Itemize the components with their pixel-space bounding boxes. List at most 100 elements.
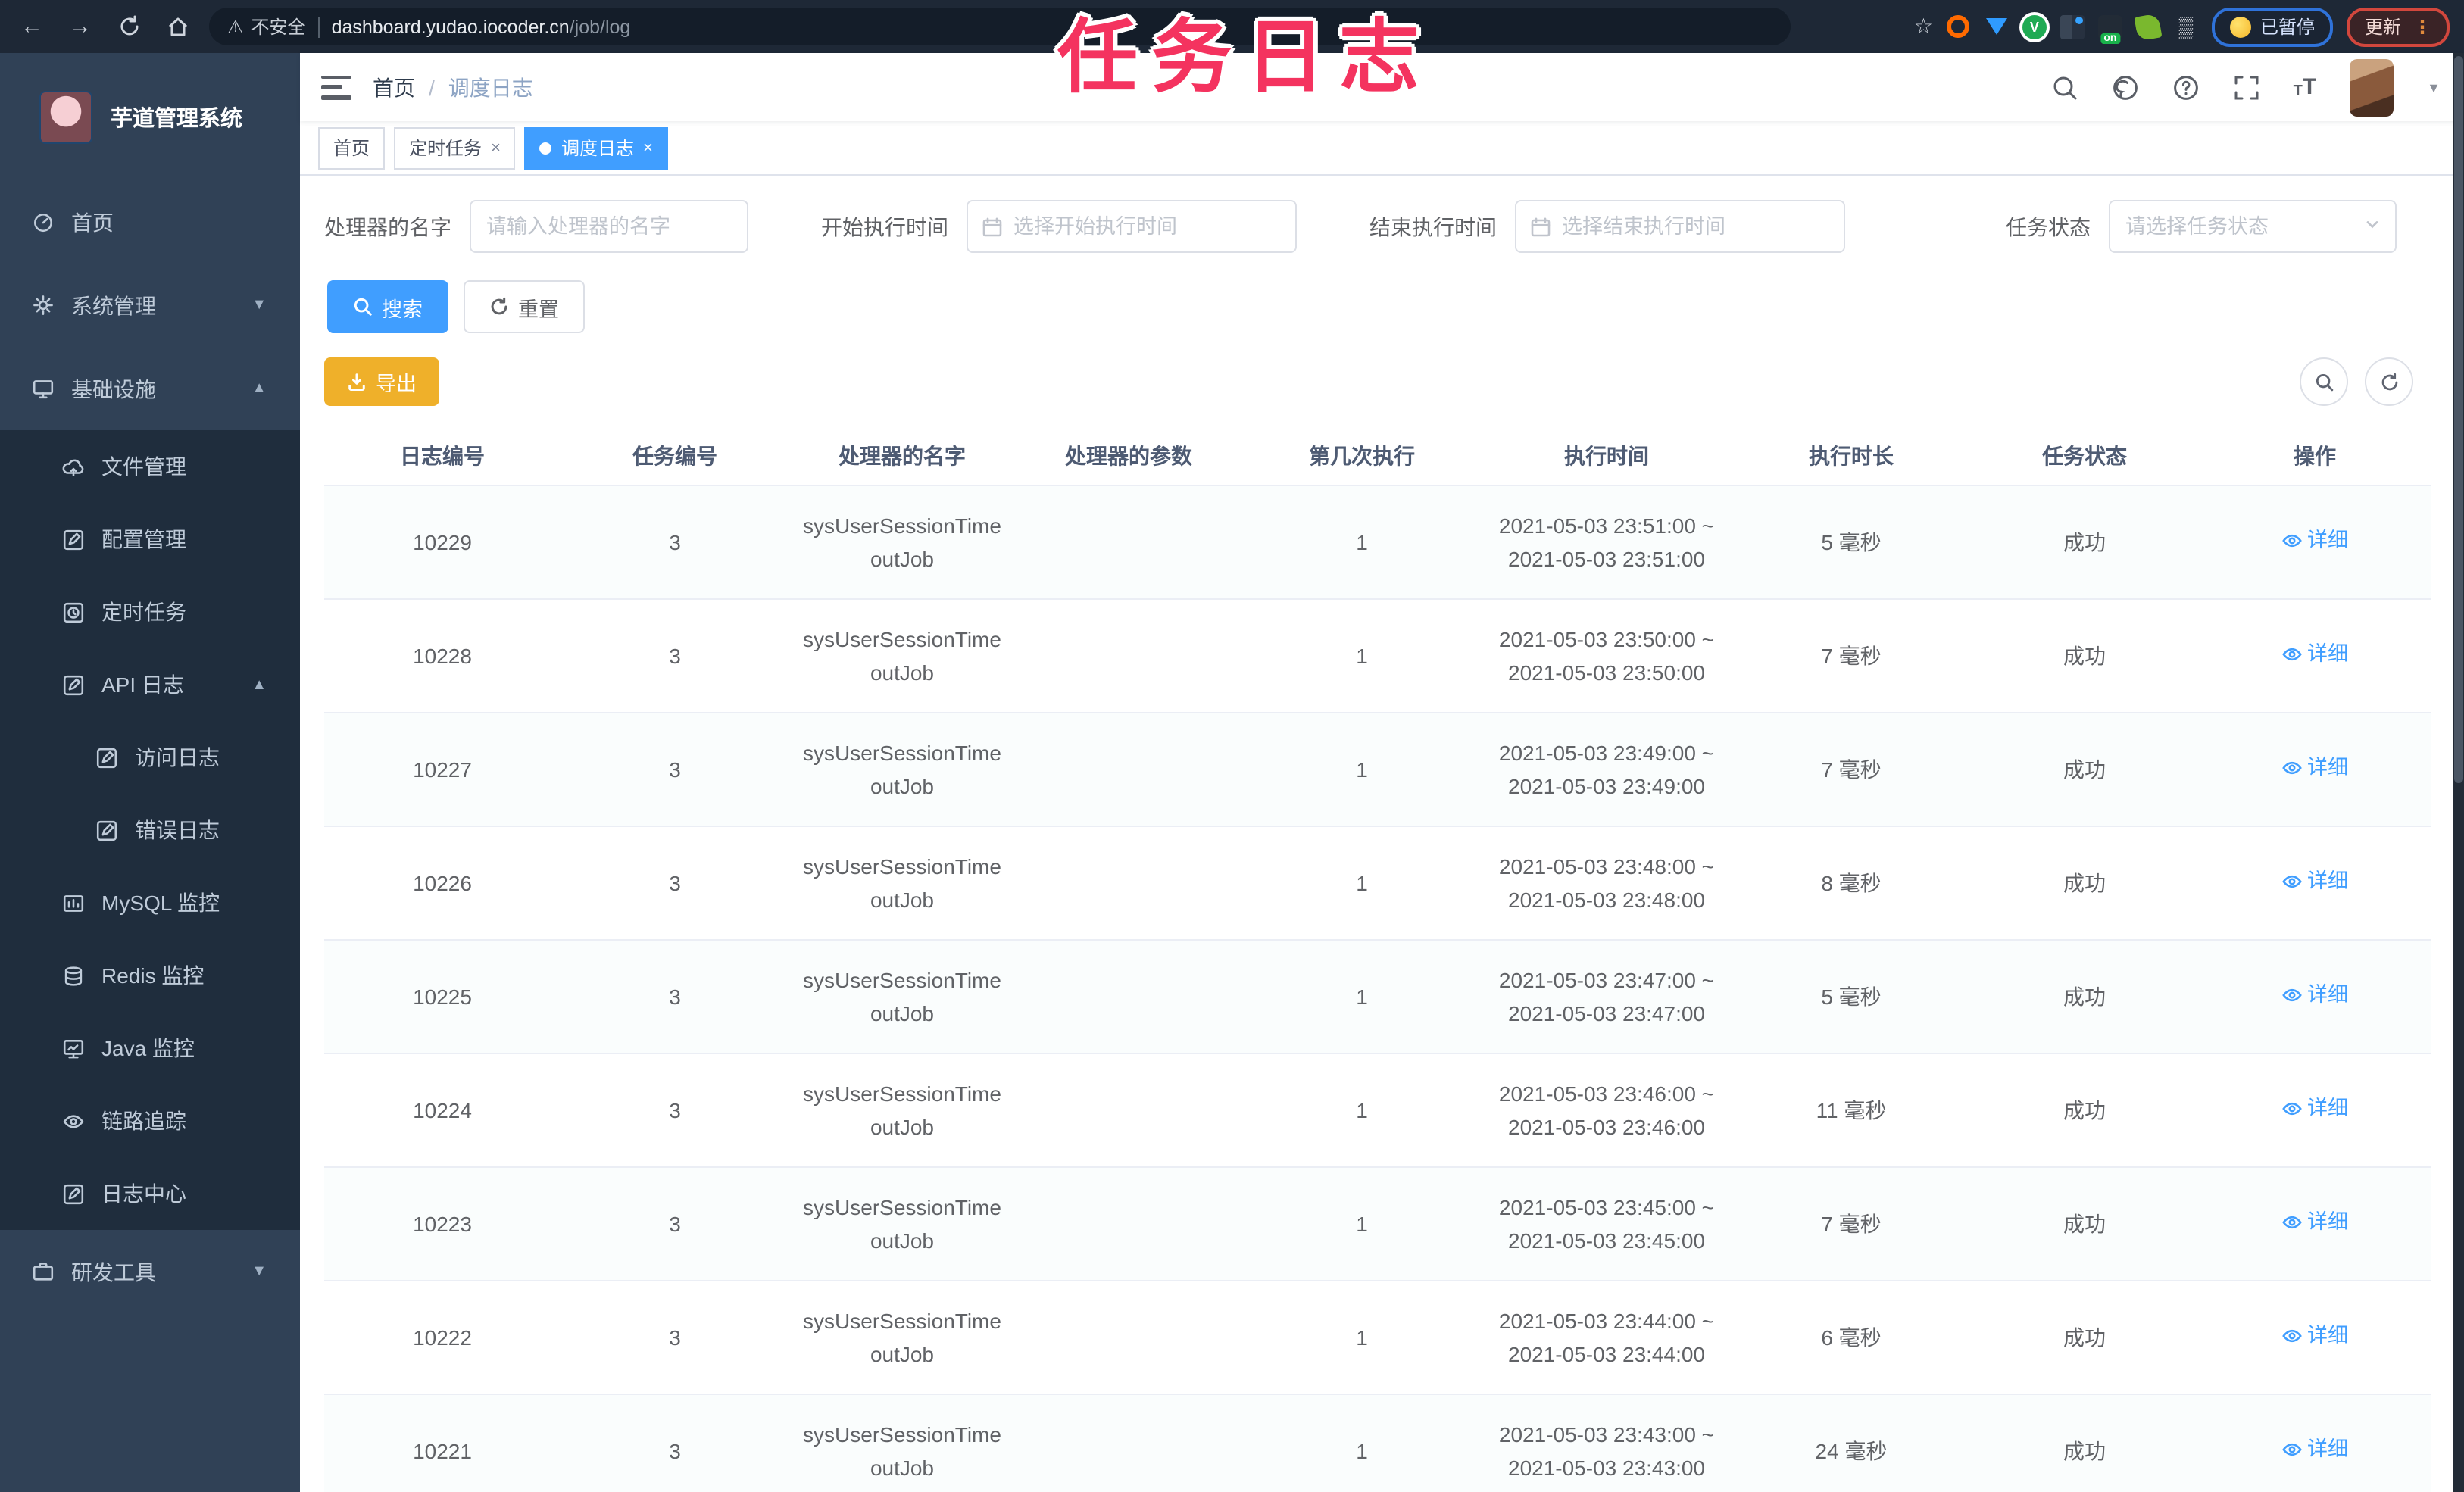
execute-time-start: 2021-05-03 23:44:00 ~ bbox=[1498, 1309, 1715, 1333]
close-icon[interactable]: × bbox=[643, 139, 653, 157]
browser-forward-icon[interactable]: → bbox=[64, 10, 97, 43]
sidebar-item-dev-tools[interactable]: 研发工具 ▼ bbox=[0, 1230, 300, 1313]
detail-link[interactable]: 详细 bbox=[2281, 1206, 2348, 1239]
execute-time-cell: 2021-05-03 23:51:00 ~ 2021-05-03 23:51:0… bbox=[1482, 485, 1732, 600]
sidebar-item-scheduled-jobs[interactable]: 定时任务 bbox=[0, 576, 300, 648]
handler-name: sysUserSessionTimeoutJob bbox=[803, 1422, 1001, 1480]
show-search-button[interactable] bbox=[2300, 357, 2348, 406]
search-icon[interactable] bbox=[2051, 73, 2078, 101]
sidebar-item-home[interactable]: 首页 bbox=[0, 180, 300, 264]
detail-link[interactable]: 详细 bbox=[2281, 524, 2348, 557]
github-icon[interactable] bbox=[2112, 73, 2139, 101]
extension-leaf-icon[interactable] bbox=[2134, 12, 2163, 41]
paused-profile-badge[interactable]: 已暂停 bbox=[2211, 7, 2333, 46]
table-row: 10229 3 sysUserSessionTimeoutJob 1 2021-… bbox=[324, 485, 2431, 600]
sidebar-item-api-log[interactable]: API 日志 ▲ bbox=[0, 648, 300, 721]
duration-cell: 24 毫秒 bbox=[1732, 1394, 1971, 1492]
eye-icon bbox=[2282, 1443, 2302, 1456]
end-time-input[interactable] bbox=[1516, 215, 1844, 238]
hamburger-icon[interactable] bbox=[321, 75, 351, 99]
tags-view-bar: 首页 定时任务 × 调度日志 × bbox=[300, 121, 2464, 176]
breadcrumb-home[interactable]: 首页 bbox=[373, 72, 415, 102]
fullscreen-icon[interactable] bbox=[2233, 73, 2260, 101]
status-cell: 成功 bbox=[1971, 599, 2198, 713]
log-id-cell: 10224 bbox=[324, 1053, 561, 1168]
sidebar-item-java-monitor[interactable]: Java 监控 bbox=[0, 1012, 300, 1085]
address-bar[interactable]: ⚠ 不安全 dashboard.yudao.iocoder.cn/job/log bbox=[209, 8, 1791, 45]
browser-update-button[interactable]: 更新 ⋮ bbox=[2346, 7, 2450, 46]
detail-link[interactable]: 详细 bbox=[2281, 751, 2348, 785]
tab-scheduled-jobs[interactable]: 定时任务 × bbox=[394, 126, 516, 169]
sidebar-item-infrastructure[interactable]: 基础设施 ▲ bbox=[0, 347, 300, 430]
sidebar-item-redis-monitor[interactable]: Redis 监控 bbox=[0, 939, 300, 1012]
duration-cell: 8 毫秒 bbox=[1732, 826, 1971, 941]
detail-link[interactable]: 详细 bbox=[2281, 638, 2348, 671]
browser-menu-icon[interactable]: ⋮ bbox=[2413, 16, 2431, 37]
job-status-input[interactable] bbox=[2110, 215, 2395, 238]
duration-cell: 7 毫秒 bbox=[1732, 599, 1971, 713]
handler-name: sysUserSessionTimeoutJob bbox=[803, 1309, 1001, 1366]
sidebar-item-system[interactable]: 系统管理 ▼ bbox=[0, 264, 300, 347]
sidebar-item-config-management[interactable]: 配置管理 bbox=[0, 503, 300, 576]
extension-gem-icon[interactable] bbox=[1985, 14, 2009, 39]
extension-green-icon[interactable]: V bbox=[2022, 14, 2047, 39]
help-icon[interactable] bbox=[2172, 73, 2200, 101]
scrollbar[interactable] bbox=[2453, 53, 2464, 1492]
log-id-cell: 10226 bbox=[324, 826, 561, 941]
extension-blocks-icon[interactable] bbox=[2060, 14, 2085, 39]
chevron-up-icon: ▲ bbox=[251, 380, 267, 397]
tab-home[interactable]: 首页 bbox=[318, 126, 386, 169]
edit-square-icon bbox=[62, 528, 85, 551]
app-logo-row[interactable]: 芋道管理系统 bbox=[0, 53, 300, 180]
bookmark-star-icon[interactable]: ☆ bbox=[1914, 14, 1933, 39]
security-label: 不安全 bbox=[251, 17, 306, 38]
close-icon[interactable]: × bbox=[491, 139, 501, 157]
sidebar-item-mysql-monitor[interactable]: MySQL 监控 bbox=[0, 866, 300, 939]
log-id-cell: 10225 bbox=[324, 940, 561, 1054]
log-id-cell: 10223 bbox=[324, 1167, 561, 1281]
sidebar-item-log-center[interactable]: 日志中心 bbox=[0, 1157, 300, 1230]
reset-button[interactable]: 重置 bbox=[464, 280, 585, 333]
eye-icon bbox=[2282, 1216, 2302, 1229]
actions-cell: 详细 bbox=[2198, 713, 2431, 827]
start-time-input[interactable] bbox=[968, 215, 1295, 238]
tab-job-log[interactable]: 调度日志 × bbox=[524, 126, 668, 169]
detail-link[interactable]: 详细 bbox=[2281, 979, 2348, 1012]
scrollbar-thumb[interactable] bbox=[2454, 56, 2463, 783]
start-time-box bbox=[967, 200, 1297, 253]
detail-link[interactable]: 详细 bbox=[2281, 865, 2348, 898]
browser-back-icon[interactable]: ← bbox=[15, 10, 48, 43]
search-button[interactable]: 搜索 bbox=[327, 280, 448, 333]
extension-orange-icon[interactable] bbox=[1947, 14, 1971, 39]
col-actions: 操作 bbox=[2198, 427, 2431, 486]
sidebar-item-file-management[interactable]: 文件管理 bbox=[0, 430, 300, 503]
sidebar-item-label: 系统管理 bbox=[71, 293, 156, 317]
sidebar-item-error-log[interactable]: 错误日志 bbox=[0, 794, 300, 866]
avatar[interactable] bbox=[2350, 58, 2394, 116]
detail-link[interactable]: 详细 bbox=[2281, 1092, 2348, 1125]
handler-name: sysUserSessionTimeoutJob bbox=[803, 854, 1001, 912]
chevron-down-icon bbox=[2363, 213, 2381, 240]
avatar-caret-icon[interactable]: ▼ bbox=[2427, 80, 2441, 95]
browser-reload-icon[interactable] bbox=[112, 10, 145, 43]
execute-time-cell: 2021-05-03 23:44:00 ~ 2021-05-03 23:44:0… bbox=[1482, 1281, 1732, 1395]
job-status-select[interactable] bbox=[2109, 200, 2397, 253]
detail-link-label: 详细 bbox=[2307, 529, 2348, 551]
execute-time-start: 2021-05-03 23:50:00 ~ bbox=[1498, 627, 1715, 651]
font-size-icon[interactable]: TT bbox=[2294, 74, 2317, 100]
browser-home-icon[interactable] bbox=[161, 10, 194, 43]
col-handler-name: 处理器的名字 bbox=[789, 427, 1015, 486]
sidebar-item-label: 访问日志 bbox=[135, 745, 220, 769]
detail-link[interactable]: 详细 bbox=[2281, 1433, 2348, 1466]
export-button[interactable]: 导出 bbox=[324, 357, 439, 406]
handler-name-input[interactable] bbox=[471, 215, 747, 238]
refresh-button[interactable] bbox=[2365, 357, 2413, 406]
col-duration: 执行时长 bbox=[1732, 427, 1971, 486]
sidebar-item-access-log[interactable]: 访问日志 bbox=[0, 721, 300, 794]
security-warning[interactable]: ⚠ 不安全 bbox=[227, 14, 306, 39]
detail-link[interactable]: 详细 bbox=[2281, 1319, 2348, 1353]
chevron-down-icon: ▼ bbox=[251, 1263, 267, 1280]
extensions-puzzle-icon[interactable]: ▒ bbox=[2174, 14, 2198, 39]
sidebar-item-tracing[interactable]: 链路追踪 bbox=[0, 1085, 300, 1157]
extension-on-icon[interactable]: on bbox=[2097, 14, 2122, 43]
